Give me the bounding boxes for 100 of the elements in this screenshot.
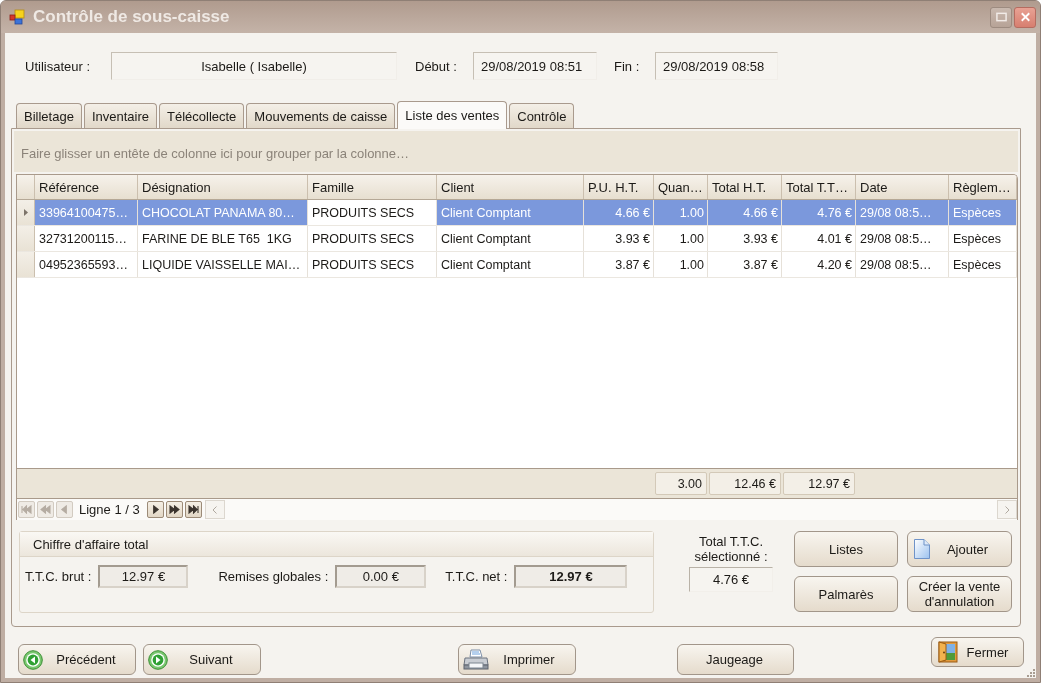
column-header[interactable]: Famille — [308, 175, 437, 199]
previous-button[interactable]: Précédent — [18, 644, 136, 675]
table-cell: Client Comptant — [437, 252, 584, 277]
tab[interactable]: Inventaire — [83, 103, 157, 128]
field-label: Début : — [415, 58, 458, 74]
column-header[interactable]: Total T.T… — [782, 175, 856, 199]
group-title: Chiffre d'affaire total — [33, 536, 149, 552]
summary-cell: 12.46 € — [709, 472, 781, 495]
field-label: Utilisateur : — [25, 58, 92, 74]
table-cell: PRODUITS SECS — [308, 226, 437, 251]
table-cell: 4.20 € — [782, 252, 856, 277]
field-label: Remises globales : — [218, 569, 329, 584]
table-cell: LIQUIDE VAISSELLE MAI… — [138, 252, 308, 277]
tab[interactable]: Mouvements de caisse — [246, 103, 396, 128]
table-cell: 4.66 € — [708, 200, 782, 225]
tab[interactable]: Billetage — [16, 103, 82, 128]
table-cell: 1.00 — [654, 252, 708, 277]
column-header[interactable]: Règlem… — [949, 175, 1017, 199]
row-header-cell — [17, 252, 35, 277]
text-field[interactable]: 12.97 € — [514, 565, 628, 588]
column-header[interactable]: Total H.T. — [708, 175, 782, 199]
field-label: Total T.T.C. sélectionné : — [693, 534, 769, 564]
table-cell: 29/08 08:5… — [856, 200, 949, 225]
table-cell: PRODUITS SECS — [308, 200, 437, 225]
current-row-icon — [23, 209, 28, 216]
table-cell: 3.87 € — [584, 252, 654, 277]
table-cell: Client Comptant — [437, 200, 584, 225]
text-field[interactable]: 29/08/2019 08:58 — [655, 52, 778, 80]
table-cell: 1.00 — [654, 200, 708, 225]
close-window-button[interactable]: Fermer — [931, 637, 1024, 667]
text-field[interactable]: 0.00 € — [335, 565, 427, 588]
group-by-hint: Faire glisser un entête de colonne ici pour grouper par la colonne… — [21, 146, 410, 161]
printer-icon — [463, 648, 489, 671]
text-field[interactable]: 4.76 € — [689, 567, 773, 592]
column-header[interactable]: Désignation — [138, 175, 308, 199]
app-icon — [9, 9, 25, 25]
close-button[interactable] — [1014, 6, 1036, 28]
table-cell: 4.76 € — [782, 200, 856, 225]
field-label: Fin : — [614, 58, 641, 74]
chevron-left-icon — [212, 505, 218, 514]
field-label: T.T.C. net : — [445, 569, 508, 584]
maximize-button[interactable] — [990, 6, 1012, 28]
add-button[interactable]: Ajouter — [907, 531, 1012, 567]
table-cell: Espèces — [949, 200, 1017, 225]
maximize-icon — [995, 12, 1007, 22]
text-field[interactable]: 12.97 € — [98, 565, 189, 588]
chevron-right-icon — [1004, 505, 1010, 514]
column-header[interactable]: Client — [437, 175, 584, 199]
field-label: T.T.C. brut : — [25, 569, 92, 584]
table-row[interactable]: 33964100475… CHOCOLAT PANAMA 80… PRODUITS SECS Client Comptant 4.66 € 1.00 4.66 € 4.76 € 29/08 08:5… Espèces — [17, 200, 1017, 226]
column-header[interactable]: Référence — [35, 175, 138, 199]
text-field[interactable]: 29/08/2019 08:51 — [473, 52, 597, 80]
action-button[interactable]: Créer la vente d'annulation — [907, 576, 1012, 612]
arrow-right-circle-icon — [148, 649, 168, 670]
document-icon — [914, 539, 930, 559]
close-icon — [1019, 12, 1031, 22]
table-row[interactable]: 32731200115… FARINE DE BLE T65 1KG PRODUITS SECS Client Comptant 3.93 € 1.00 3.93 € 4.01 € 29/08 08:5… Espèces — [17, 226, 1017, 252]
print-button[interactable]: Imprimer — [458, 644, 576, 675]
action-button[interactable]: Palmarès — [794, 576, 898, 612]
table-cell: FARINE DE BLE T65 1KG — [138, 226, 308, 251]
table-cell: 04952365593… — [35, 252, 138, 277]
table-cell: 3.87 € — [708, 252, 782, 277]
arrow-icon — [59, 505, 70, 514]
resize-grip-icon — [1027, 669, 1035, 677]
column-header[interactable]: P.U. H.T. — [584, 175, 654, 199]
first-record-icon — [21, 505, 32, 514]
table-cell: 29/08 08:5… — [856, 226, 949, 251]
last-record-icon — [187, 505, 199, 514]
table-cell: PRODUITS SECS — [308, 252, 437, 277]
record-position: Ligne 1 / 3 — [79, 502, 140, 517]
table-row[interactable]: 04952365593… LIQUIDE VAISSELLE MAI… PRODUITS SECS Client Comptant 3.87 € 1.00 3.87 € 4.20 € 29/08 08:5… Espèces — [17, 252, 1017, 278]
tab[interactable]: Liste des ventes — [397, 101, 508, 129]
arrow-left-circle-icon — [23, 649, 43, 670]
table-cell: 3.93 € — [584, 226, 654, 251]
tab[interactable]: Contrôle — [509, 103, 575, 128]
action-button[interactable]: Listes — [794, 531, 898, 567]
table-cell: 33964100475… — [35, 200, 138, 225]
navigator-button[interactable] — [165, 501, 183, 518]
window-title: Contrôle de sous-caisse — [33, 7, 231, 27]
action-button[interactable]: Jaugeage — [677, 644, 794, 675]
double-arrow-icon — [40, 505, 51, 514]
column-header[interactable]: Date — [856, 175, 949, 199]
summary-cell: 3.00 — [655, 472, 707, 495]
table-cell: Client Comptant — [437, 226, 584, 251]
double-arrow-icon — [168, 505, 180, 514]
table-cell: Espèces — [949, 252, 1017, 277]
tab[interactable]: Télécollecte — [158, 103, 245, 128]
table-cell: 4.66 € — [584, 200, 654, 225]
table-cell: 1.00 — [654, 226, 708, 251]
table-cell: Espèces — [949, 226, 1017, 251]
summary-cell: 12.97 € — [783, 472, 855, 495]
table-cell: 3.93 € — [708, 226, 782, 251]
next-button[interactable]: Suivant — [143, 644, 261, 675]
navigator-button[interactable] — [146, 501, 164, 518]
table-cell: 29/08 08:5… — [856, 252, 949, 277]
text-field[interactable]: Isabelle ( Isabelle) — [111, 52, 397, 80]
door-icon — [938, 641, 958, 663]
column-header[interactable]: Quan… — [654, 175, 708, 199]
row-header-cell — [17, 226, 35, 251]
navigator-button[interactable] — [184, 501, 202, 518]
